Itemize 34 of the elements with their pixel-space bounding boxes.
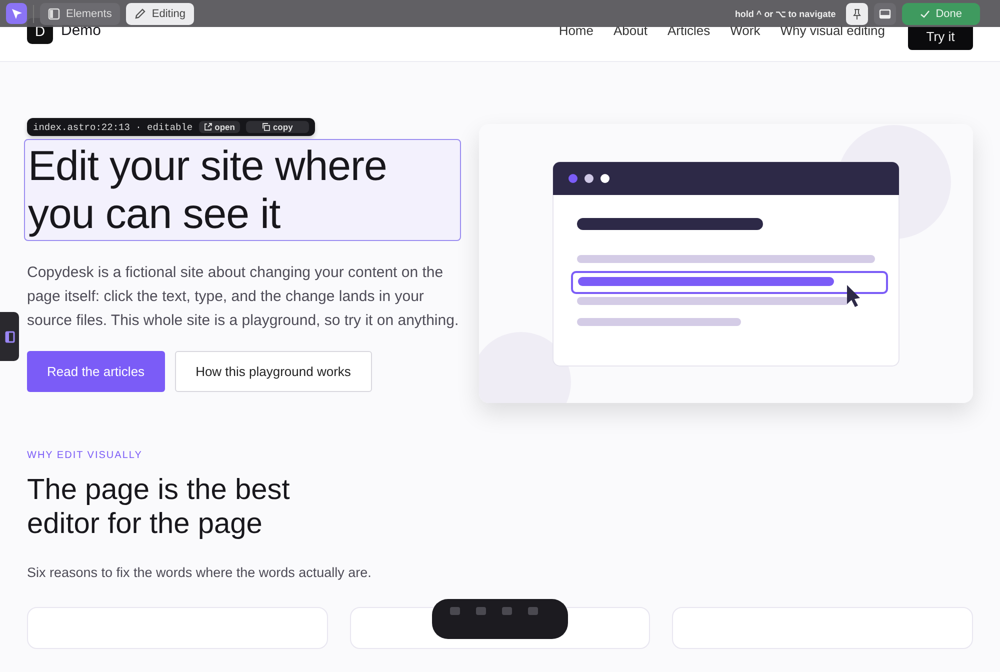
mode-tab[interactable]: Elements xyxy=(40,2,120,24)
check-icon xyxy=(920,8,930,18)
copy-button[interactable]: copy xyxy=(246,121,309,133)
pin-button[interactable] xyxy=(846,2,868,24)
nav-link[interactable]: Articles xyxy=(667,23,710,38)
site-name[interactable]: Demo xyxy=(61,22,102,39)
open-button[interactable]: open xyxy=(198,121,240,133)
read-articles-button[interactable]: Read the articles xyxy=(27,351,165,392)
side-panel-toggle[interactable] xyxy=(0,312,19,361)
nav-link[interactable]: Home xyxy=(558,23,594,38)
navigation-hint: hold ^ or ⌥ to navigate xyxy=(734,8,836,18)
external-link-icon xyxy=(204,123,212,131)
mode-tab[interactable]: Editing xyxy=(126,2,194,24)
select-tool-button[interactable] xyxy=(6,3,27,24)
section-heading: The page is the best editor for the page xyxy=(27,473,291,541)
nav-link[interactable]: Why visual editing xyxy=(780,23,885,38)
hero-description: Copydesk is a fictional site about changing your content on the page itself: click the text, type, and the change lands in your source files. This whole site is a playground, so try it on anything. xyxy=(27,263,459,331)
source-location: index.astro:22:13 · editable xyxy=(33,122,193,132)
floating-toolbar[interactable] xyxy=(432,599,568,639)
pencil-icon xyxy=(134,8,146,20)
panel-icon xyxy=(4,330,14,342)
nav-link[interactable]: About xyxy=(614,23,648,38)
hero-heading[interactable]: Edit your site where you can see it xyxy=(24,139,461,241)
section-eyebrow: WHY EDIT VISUALLY xyxy=(27,450,144,461)
dock-icon xyxy=(878,8,891,20)
panel-icon xyxy=(48,8,60,20)
section-subtitle: Six reasons to fix the words where the words actually are. xyxy=(27,565,372,580)
pin-icon xyxy=(850,8,863,20)
cursor-icon xyxy=(10,8,22,20)
playground-info-button[interactable]: How this playground works xyxy=(174,351,372,392)
nav-link[interactable]: Work xyxy=(730,23,760,38)
dock-button[interactable] xyxy=(874,2,896,24)
copy-icon xyxy=(262,123,270,131)
try-it-button[interactable]: Try it xyxy=(908,27,973,50)
